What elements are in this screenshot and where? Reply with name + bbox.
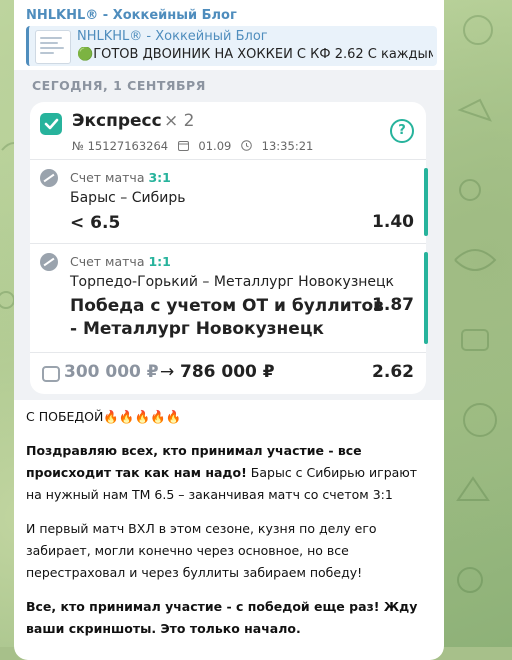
bet-screenshot-image[interactable]: СЕГОДНЯ, 1 СЕНТЯБРЯ Экспресс × 2 ? № 151… — [14, 70, 444, 400]
post-paragraph: И первый матч ВХЛ в этом сезоне, кузня п… — [26, 521, 377, 580]
wallet-icon — [42, 366, 60, 382]
leg-header: Счет матча 3:1 — [70, 170, 171, 185]
channel-message: NHLKHL® - Хоккейный Блог NHLKHL® - Хокке… — [14, 0, 444, 660]
leg-label: Счет матча — [70, 170, 145, 185]
status-bar — [424, 168, 428, 236]
hockey-puck-icon — [40, 253, 58, 271]
divider — [30, 159, 426, 160]
leg-match: Барыс – Сибирь — [70, 190, 186, 206]
bet-card: Экспресс × 2 ? № 15127163264 01.09 13:35… — [30, 102, 428, 394]
leg-score: 3:1 — [148, 170, 171, 185]
message-text: С ПОБЕДОЙ🔥🔥🔥🔥🔥 Поздравляю всех, кто прин… — [26, 406, 434, 652]
reply-preview-text: ГОТОВ ДВОЙНИК НА ХОККЕЙ С КФ 2.62 С кажд… — [93, 47, 433, 62]
leg-pick-line: - Металлург Новокузнецк — [70, 319, 324, 339]
green-circle-icon: 🟢 — [77, 47, 94, 62]
bet-time: 13:35:21 — [261, 139, 314, 153]
leg-header: Счет матча 1:1 — [70, 254, 171, 269]
leg-pick: < 6.5 — [70, 213, 121, 233]
post-headline: С ПОБЕДОЙ🔥🔥🔥🔥🔥 — [26, 409, 182, 424]
hockey-puck-icon — [40, 169, 58, 187]
bet-multiplier: × 2 — [164, 111, 195, 131]
channel-title-text[interactable]: NHLKHL® - Хоккейный Блог — [26, 8, 237, 23]
leg-pick: Победа с учетом ОТ и буллитов - Металлур… — [70, 295, 384, 341]
leg-odd: 1.87 — [372, 295, 414, 315]
bet-type: Экспресс — [72, 111, 162, 131]
reply-thumbnail — [35, 30, 71, 64]
checkmark-icon — [40, 113, 62, 135]
bet-date: 01.09 — [198, 139, 232, 153]
leg-score: 1:1 — [148, 254, 171, 269]
clock-icon — [241, 139, 256, 153]
leg-pick-line: Победа с учетом ОТ и буллитов — [70, 296, 384, 316]
status-bar — [424, 252, 428, 344]
reply-author: NHLKHL® - Хоккейный Блог — [77, 29, 268, 44]
reply-preview[interactable]: NHLKHL® - Хоккейный Блог 🟢ГОТОВ ДВОЙНИК … — [26, 26, 437, 66]
post-paragraph: Поздравляю всех, кто принимал участие - … — [26, 440, 434, 506]
bet-number: № 15127163264 — [72, 139, 169, 153]
help-icon: ? — [390, 119, 414, 143]
divider — [30, 243, 426, 244]
channel-title[interactable]: NHLKHL® - Хоккейный Блог — [26, 8, 237, 23]
stake-amount: 300 000 ₽ — [64, 362, 159, 382]
total-odd: 2.62 — [372, 362, 414, 382]
leg-match: Торпедо-Горький – Металлург Новокузнецк — [70, 274, 395, 290]
win-amount: 786 000 ₽ — [180, 362, 275, 382]
leg-label: Счет матча — [70, 254, 145, 269]
leg-odd: 1.40 — [372, 212, 414, 232]
reply-text: 🟢ГОТОВ ДВОЙНИК НА ХОККЕЙ С КФ 2.62 С каж… — [77, 47, 433, 62]
post-paragraph: Все, кто принимал участие - с победой ещ… — [26, 599, 418, 636]
calendar-icon — [177, 139, 193, 153]
date-label: СЕГОДНЯ, 1 СЕНТЯБРЯ — [32, 78, 206, 93]
divider — [30, 352, 426, 353]
bet-meta: № 15127163264 01.09 13:35:21 — [72, 139, 319, 153]
arrow-icon: → — [160, 362, 175, 382]
